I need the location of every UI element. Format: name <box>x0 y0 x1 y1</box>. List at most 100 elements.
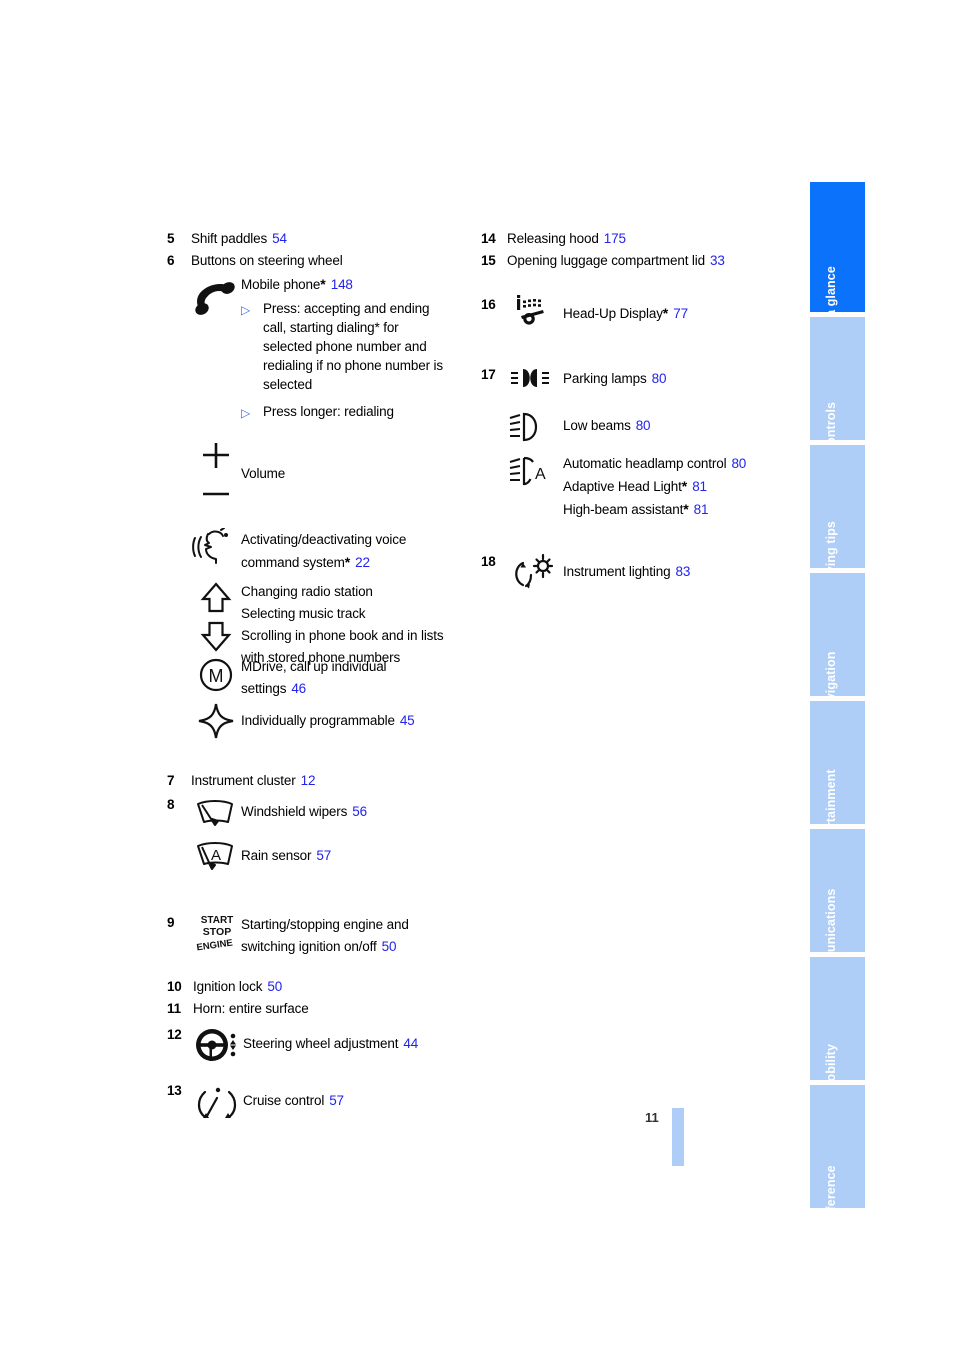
page-edge-marker <box>672 1108 684 1166</box>
page-ref[interactable]: 77 <box>673 306 688 321</box>
sidebar-tab-communications[interactable]: Communications <box>810 829 865 952</box>
page-ref[interactable]: 148 <box>331 277 353 292</box>
page-ref[interactable]: 57 <box>316 848 331 863</box>
steering-adjust-group: 12 Steering wheel adjustment 44 <box>167 1024 467 1066</box>
instrument-lighting-group: 18 Instrument lighting 83 <box>481 551 801 597</box>
sidebar-tab-entertainment[interactable]: Entertainment <box>810 701 865 824</box>
item-label: Horn: entire surface <box>193 1001 309 1016</box>
start-text: START <box>201 915 234 926</box>
sidebar-tab-navigation[interactable]: Navigation <box>810 573 865 696</box>
item-number: 10 <box>167 979 182 994</box>
tab-label: Navigation <box>823 651 838 696</box>
instrument-lighting-text: Instrument lighting 83 <box>563 561 801 583</box>
auto-headlamp-label: Automatic headlamp control <box>563 456 727 471</box>
arrow-up-icon <box>200 582 232 613</box>
page-ref[interactable]: 81 <box>694 502 709 517</box>
low-beams-text: Low beams 80 <box>563 415 801 437</box>
adaptive-head-light-label: Adaptive Head Light <box>563 479 682 494</box>
item-number: 12 <box>167 1027 182 1042</box>
item-number: 11 <box>167 1001 181 1016</box>
head-up-display-text: Head-Up Display* 77 <box>563 302 801 325</box>
low-beams-row: Low beams 80 <box>507 410 801 446</box>
item-number: 17 <box>481 367 496 382</box>
item-number: 14 <box>481 231 496 246</box>
rain-sensor-label: Rain sensor <box>241 848 312 863</box>
page-ref[interactable]: 83 <box>675 564 690 579</box>
item-number: 13 <box>167 1083 182 1098</box>
bullet-text: Press longer: redialing <box>263 404 394 419</box>
list-item: 6 Buttons on steering wheel <box>167 250 467 272</box>
page-ref[interactable]: 80 <box>636 418 651 433</box>
windshield-wiper-icon <box>191 794 241 832</box>
engine-text: ENGINE <box>196 938 234 954</box>
page-ref[interactable]: 81 <box>692 479 707 494</box>
scroll-line: Changing radio station <box>241 584 373 599</box>
bullet-line: Press: accepting and ending <box>263 301 430 316</box>
windshield-wipers-row: Windshield wipers 56 <box>191 794 467 832</box>
mdrive-block: M MDrive, call up individual settings 46 <box>191 655 467 700</box>
list-item: 7 Instrument cluster 12 <box>167 770 467 792</box>
head-up-display-label: Head-Up Display <box>563 306 663 321</box>
instrument-lighting-row: Instrument lighting 83 <box>507 551 801 597</box>
page-ref[interactable]: 56 <box>352 804 367 819</box>
page-ref[interactable]: 22 <box>355 555 370 570</box>
page-ref[interactable]: 12 <box>301 773 316 788</box>
start-stop-label: switching ignition on/off <box>241 939 377 954</box>
high-beam-assistant-label: High-beam assistant <box>563 502 684 517</box>
bullet-line: redialing if no phone number is <box>263 358 443 373</box>
page-ref[interactable]: 50 <box>267 979 282 994</box>
voice-command-head-icon <box>191 528 241 566</box>
rain-sensor-icon: A <box>191 838 241 876</box>
voice-command-block: Activating/deactivating voice command sy… <box>191 528 467 574</box>
page-ref[interactable]: 50 <box>382 939 397 954</box>
item-text: Releasing hood 175 <box>507 228 801 250</box>
programmable-row: Individually programmable 45 <box>241 710 467 732</box>
automatic-headlamp-row: A Automatic headlamp control 80 Adaptive … <box>507 452 801 521</box>
sidebar-tab-driving-tips[interactable]: Driving tips <box>810 445 865 568</box>
mdrive-label: settings <box>241 681 287 696</box>
low-beams-icon <box>507 410 563 446</box>
head-up-display-icon <box>507 294 563 334</box>
page-ref[interactable]: 80 <box>731 456 746 471</box>
sidebar-tab-reference[interactable]: Reference <box>810 1085 865 1208</box>
start-stop-line-1: Starting/stopping engine and <box>241 917 409 932</box>
page-ref[interactable]: 57 <box>329 1093 344 1108</box>
list-item: 14 Releasing hood 175 <box>481 228 801 250</box>
svg-text:A: A <box>535 466 546 483</box>
voice-command-label: command system <box>241 555 345 570</box>
page-ref[interactable]: 80 <box>652 371 667 386</box>
stop-text: STOP <box>203 926 231 938</box>
page-ref[interactable]: 46 <box>291 681 306 696</box>
item-text: Opening luggage compartment lid 33 <box>507 250 801 272</box>
sidebar-tab-controls[interactable]: Controls <box>810 317 865 440</box>
mdrive-line-2: settings 46 <box>241 678 467 700</box>
page-ref[interactable]: 45 <box>400 713 415 728</box>
adaptive-head-light-text: Adaptive Head Light* 81 <box>563 475 801 498</box>
page-ref[interactable]: 175 <box>604 231 626 246</box>
start-stop-row: START STOP ENGINE Starting/stopping engi… <box>191 912 467 958</box>
manual-page: 5 Shift paddles 54 6 Buttons on steering … <box>0 0 954 1351</box>
automatic-headlamp-control-icon: A <box>507 452 563 496</box>
wipers-row-text: Windshield wipers 56 <box>241 801 467 823</box>
item-number: 5 <box>167 231 175 246</box>
bullet-line: call, starting dialing* for <box>263 320 399 335</box>
asterisk-mark: * <box>683 501 689 517</box>
page-ref[interactable]: 44 <box>403 1036 418 1051</box>
volume-label: Volume <box>241 466 286 481</box>
parking-lamps-icon <box>507 364 563 396</box>
sidebar-tab-at-a-glance[interactable]: At a glance <box>810 182 865 312</box>
telephone-handset-icon <box>191 272 241 332</box>
sidebar-tab-mobility[interactable]: Mobility <box>810 957 865 1080</box>
asterisk-mark: * <box>344 554 351 570</box>
list-item: 5 Shift paddles 54 <box>167 228 467 250</box>
page-ref[interactable]: 54 <box>272 231 287 246</box>
asterisk-mark: * <box>320 276 326 292</box>
tab-label: Mobility <box>823 1043 838 1080</box>
programmable-block: Individually programmable 45 <box>191 702 467 740</box>
item-number: 9 <box>167 915 175 930</box>
cruise-control-label: Cruise control <box>243 1093 325 1108</box>
bullet-line: selected phone number and <box>263 339 427 354</box>
cruise-control-gauge-icon <box>193 1080 243 1124</box>
steering-adjust-label: Steering wheel adjustment <box>243 1036 399 1051</box>
page-ref[interactable]: 33 <box>710 253 725 268</box>
